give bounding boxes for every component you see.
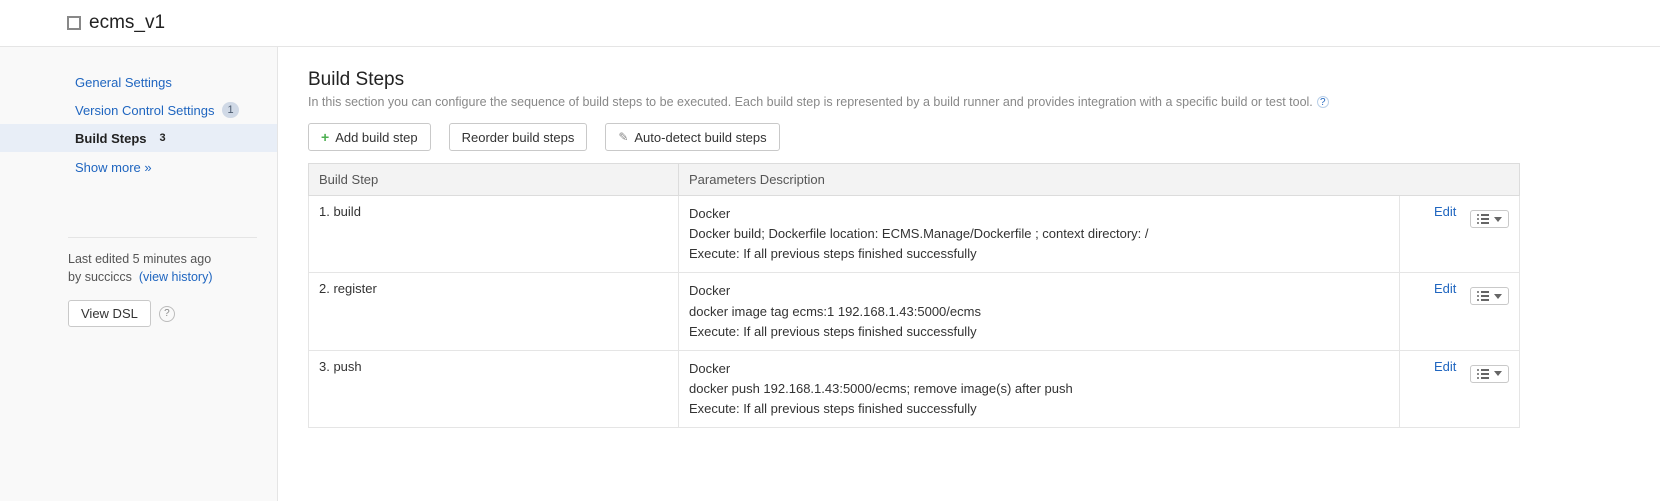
chevron-down-icon <box>1494 294 1502 299</box>
row-menu-button[interactable] <box>1470 365 1509 383</box>
view-history-link[interactable]: (view history) <box>139 270 213 284</box>
last-edited-prefix: Last edited <box>68 252 133 266</box>
chevron-down-icon <box>1494 371 1502 376</box>
step-name: 2. register <box>309 273 679 350</box>
page-header: ecms_v1 <box>0 0 1660 46</box>
col-header-step: Build Step <box>309 164 679 196</box>
build-steps-table: Build Step Parameters Description 1. bui… <box>308 163 1520 428</box>
step-execute: Execute: If all previous steps finished … <box>689 322 1389 342</box>
sidebar-item-label: Build Steps <box>75 131 147 146</box>
sidebar-item-badge: 3 <box>155 130 171 146</box>
autodetect-build-steps-button[interactable]: ✎ Auto-detect build steps <box>605 123 779 151</box>
sidebar-item-label: General Settings <box>75 75 172 90</box>
help-icon[interactable]: ? <box>1317 96 1329 108</box>
sidebar-item-vcs-settings[interactable]: Version Control Settings 1 <box>0 96 277 124</box>
view-dsl-label: View DSL <box>81 307 138 320</box>
plus-icon: + <box>321 130 329 144</box>
last-edited-time: 5 minutes ago <box>133 252 212 266</box>
col-header-params: Parameters Description <box>679 164 1520 196</box>
help-icon[interactable]: ? <box>159 306 175 322</box>
section-description: In this section you can configure the se… <box>308 95 1313 109</box>
chevron-down-icon <box>1494 217 1502 222</box>
step-runner: Docker <box>689 204 1389 224</box>
toolbar: + Add build step Reorder build steps ✎ A… <box>308 123 1520 151</box>
wand-icon: ✎ <box>618 131 628 143</box>
table-row: 1. build Docker Docker build; Dockerfile… <box>309 196 1520 273</box>
edit-link[interactable]: Edit <box>1434 204 1456 219</box>
row-menu-button[interactable] <box>1470 210 1509 228</box>
step-detail: docker push 192.168.1.43:5000/ecms; remo… <box>689 379 1389 399</box>
project-title: ecms_v1 <box>89 12 165 34</box>
sidebar-item-label: Version Control Settings <box>75 103 214 118</box>
sidebar-show-more[interactable]: Show more » <box>0 154 277 181</box>
step-detail: docker image tag ecms:1 192.168.1.43:500… <box>689 302 1389 322</box>
step-execute: Execute: If all previous steps finished … <box>689 399 1389 419</box>
sidebar-item-general-settings[interactable]: General Settings <box>0 69 277 96</box>
table-row: 2. register Docker docker image tag ecms… <box>309 273 1520 350</box>
sidebar-item-build-steps[interactable]: Build Steps 3 <box>0 124 277 152</box>
list-icon <box>1477 291 1489 301</box>
add-build-step-label: Add build step <box>335 131 417 144</box>
row-menu-button[interactable] <box>1470 287 1509 305</box>
by-prefix: by <box>68 270 85 284</box>
step-detail: Docker build; Dockerfile location: ECMS.… <box>689 224 1389 244</box>
last-edited-block: Last edited 5 minutes ago by succiccs (v… <box>68 237 257 286</box>
step-runner: Docker <box>689 281 1389 301</box>
step-name: 3. push <box>309 350 679 427</box>
section-title: Build Steps <box>308 69 1520 91</box>
sidebar-item-badge: 1 <box>222 102 238 118</box>
reorder-build-steps-button[interactable]: Reorder build steps <box>449 123 588 151</box>
project-icon <box>67 16 81 30</box>
add-build-step-button[interactable]: + Add build step <box>308 123 431 151</box>
main-content: Build Steps In this section you can conf… <box>278 47 1660 501</box>
edit-link[interactable]: Edit <box>1434 281 1456 296</box>
list-icon <box>1477 214 1489 224</box>
step-name: 1. build <box>309 196 679 273</box>
list-icon <box>1477 369 1489 379</box>
settings-sidebar: General Settings Version Control Setting… <box>0 47 278 501</box>
step-execute: Execute: If all previous steps finished … <box>689 244 1389 264</box>
view-dsl-button[interactable]: View DSL <box>68 300 151 327</box>
table-row: 3. push Docker docker push 192.168.1.43:… <box>309 350 1520 427</box>
reorder-label: Reorder build steps <box>462 131 575 144</box>
edit-link[interactable]: Edit <box>1434 359 1456 374</box>
autodetect-label: Auto-detect build steps <box>634 131 766 144</box>
by-user: succiccs <box>85 270 132 284</box>
step-runner: Docker <box>689 359 1389 379</box>
